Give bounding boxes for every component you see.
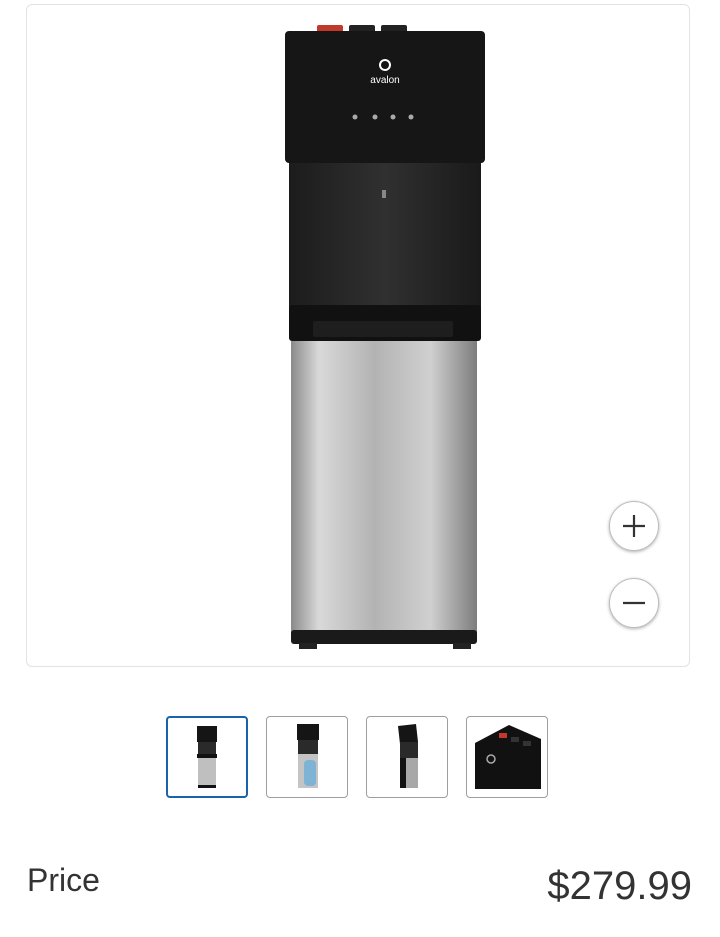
thumbnail-front-view[interactable] [166,716,248,798]
thumbnail-strip [166,716,548,798]
plus-icon [623,515,645,537]
thumbnail-angle-view[interactable] [366,716,448,798]
thumbnail-controls-closeup[interactable] [466,716,548,798]
thumbnail-image [197,726,217,788]
zoom-out-button[interactable] [609,578,659,628]
price-label: Price [27,862,100,898]
price-value: $279.99 [547,864,692,908]
thumbnail-image [398,724,418,788]
zoom-in-button[interactable] [609,501,659,551]
product-image: avalon [285,25,485,649]
thumbnail-image [469,719,545,795]
thumbnail-bottle-view[interactable] [266,716,348,798]
product-image-frame[interactable]: avalon [26,4,690,667]
thumbnail-image [297,724,319,788]
minus-icon [623,601,645,605]
brand-logo-text: avalon [370,75,399,86]
